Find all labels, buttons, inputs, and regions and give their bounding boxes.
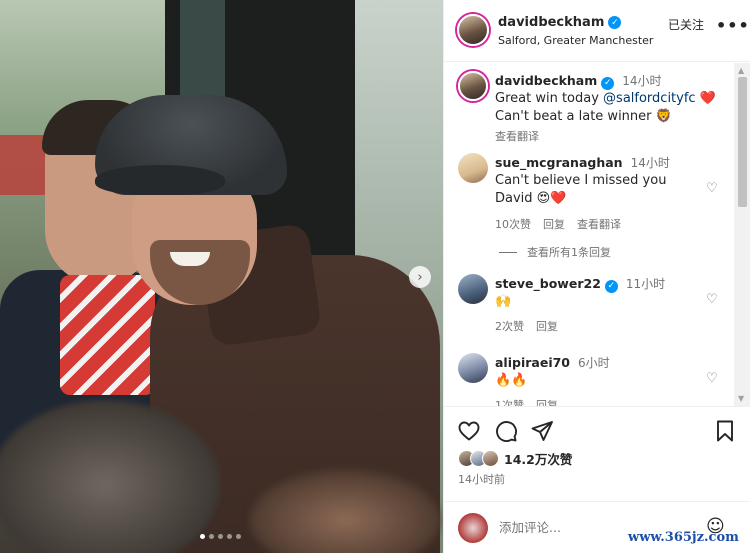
translate-link[interactable]: 查看翻译 [495,128,539,144]
scroll-up-icon[interactable]: ▲ [738,66,744,75]
carousel-dot [236,534,241,539]
add-comment-bar: ☺ [444,501,750,553]
avatar [482,450,499,467]
comment-time: 14小时 [630,156,670,170]
comment-text: 🔥🔥 [495,373,528,388]
carousel-next-button[interactable]: › [409,266,431,288]
share-icon[interactable] [530,419,554,443]
chevron-right-icon: › [417,269,423,285]
comment-text: ❤️ [695,91,716,106]
author-username[interactable]: davidbeckham [498,15,604,30]
comment-username[interactable]: alipiraei70 [495,355,570,370]
comment-time: 14小时 [622,74,662,88]
carousel-dot [200,534,205,539]
comment-time: 6小时 [577,356,610,370]
heart-icon[interactable] [457,419,481,443]
avatar[interactable] [458,71,488,101]
heart-icon[interactable]: ♡ [706,292,718,307]
comment-time: 11小时 [625,277,666,291]
more-options-icon[interactable]: ••• [716,16,750,35]
likes-summary[interactable]: 14.2万次赞 [458,449,572,468]
comment-username[interactable]: sue_mcgranaghan [495,155,623,170]
comment-username[interactable]: davidbeckham [495,73,597,88]
user-avatar[interactable] [458,513,488,543]
view-replies-button[interactable]: 查看所有1条回复 [499,244,611,260]
comment-text: Can't believe I missed you [495,173,667,188]
comments-list[interactable]: davidbeckham ✓ 14小时 Great win today @sal… [444,63,734,406]
scrollbar-thumb[interactable] [738,77,747,207]
comment-likes[interactable]: 2次赞 [495,318,524,334]
mention-link[interactable]: @salfordcityfc [603,91,696,106]
bookmark-icon[interactable] [713,419,737,443]
comment-text: David 😍❤️ [495,191,567,206]
comment-text: 🙌 [495,294,512,309]
comment-likes[interactable]: 1次赞 [495,397,524,406]
reply-button[interactable]: 回复 [536,397,558,406]
add-comment-input[interactable] [499,520,619,535]
carousel-dots [200,534,241,539]
likes-count[interactable]: 14.2万次赞 [504,449,572,468]
verified-icon: ✓ [608,16,622,29]
carousel-dot [209,534,214,539]
verified-icon: ✓ [604,279,618,293]
carousel-dot [227,534,232,539]
reply-button[interactable]: 回复 [543,216,565,232]
comments-scrollbar[interactable]: ▲ ▼ [734,63,750,406]
avatar[interactable] [458,353,488,383]
reply-button[interactable]: 回复 [536,318,558,334]
comment-icon[interactable] [494,419,518,443]
avatar[interactable] [458,153,488,183]
avatar[interactable] [458,274,488,304]
comment-text: Can't beat a late winner 🦁 [495,109,672,124]
comment-likes[interactable]: 10次赞 [495,216,531,232]
post-panel: davidbeckham ✓ Salford, Greater Manchest… [443,0,750,553]
scroll-down-icon[interactable]: ▼ [738,394,744,403]
post-photo: › [0,0,443,553]
heart-icon[interactable]: ♡ [706,371,718,386]
comment-text: Great win today [495,91,604,106]
follow-status-button[interactable]: 已关注 [668,16,704,33]
post-header: davidbeckham ✓ Salford, Greater Manchest… [444,0,750,62]
post-location[interactable]: Salford, Greater Manchester [498,34,653,47]
heart-icon[interactable]: ♡ [706,181,718,196]
author-avatar[interactable] [457,14,489,46]
translate-link[interactable]: 查看翻译 [577,216,621,232]
verified-icon: ✓ [601,76,615,90]
watermark-text: www.365jz.com [628,530,739,545]
comment-username[interactable]: steve_bower22 [495,276,601,291]
carousel-dot [218,534,223,539]
post-timestamp: 14小时前 [458,473,505,486]
